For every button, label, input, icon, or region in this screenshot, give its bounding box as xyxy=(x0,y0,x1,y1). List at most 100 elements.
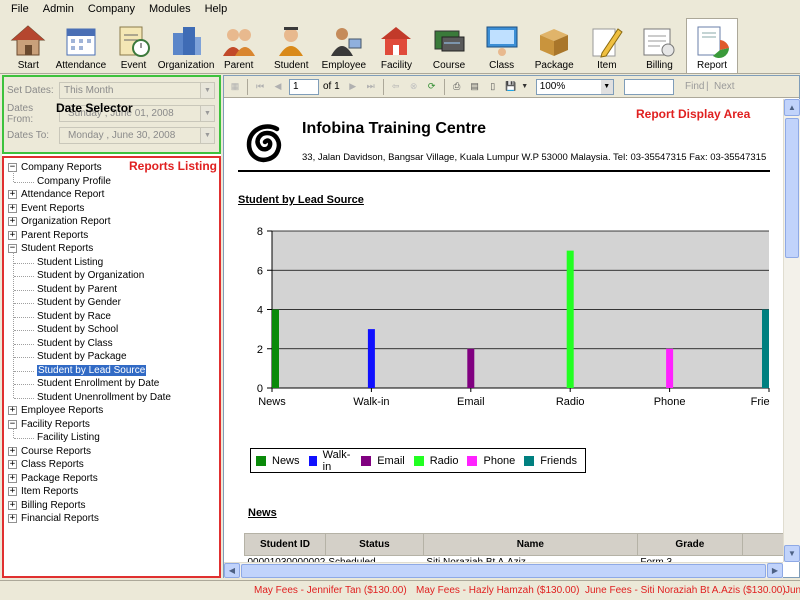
tree-node[interactable]: + Parent Reports xyxy=(8,229,88,242)
tree-node[interactable]: + Financial Reports xyxy=(8,512,99,525)
tree-leaf[interactable]: Student Listing xyxy=(37,256,103,269)
tree-leaf[interactable]: Student Unenrollment by Date xyxy=(37,391,171,404)
chevron-down-icon[interactable]: ▼ xyxy=(600,79,613,94)
expand-icon[interactable]: + xyxy=(8,217,17,226)
tree-node[interactable]: + Attendance Report xyxy=(8,188,104,201)
set-dates-select[interactable]: This Month ▼ xyxy=(59,82,215,99)
expand-icon[interactable]: + xyxy=(8,487,17,496)
tree-leaf[interactable]: Student by Class xyxy=(37,337,113,350)
tree-node[interactable]: + Organization Report xyxy=(8,215,111,228)
module-student-button[interactable]: Student xyxy=(265,19,318,73)
tree-leaf[interactable]: Student by Gender xyxy=(37,296,121,309)
module-organization-button[interactable]: Organization xyxy=(158,19,214,73)
module-employee-button[interactable]: Employee xyxy=(318,19,371,73)
tree-leaf[interactable]: Student Enrollment by Date xyxy=(37,377,159,390)
find-button[interactable]: Find xyxy=(685,81,704,92)
last-page-icon[interactable]: ⏭ xyxy=(364,80,378,94)
module-parent-button[interactable]: Parent xyxy=(212,19,265,73)
tree-leaf[interactable]: Student by Lead Source xyxy=(37,364,147,377)
tree-connector xyxy=(14,343,34,345)
expand-icon[interactable]: + xyxy=(8,230,17,240)
tree-connector xyxy=(13,252,14,398)
stop-icon[interactable]: ⊗ xyxy=(407,80,421,94)
tree-node[interactable]: + Event Reports xyxy=(8,202,84,215)
tree-node[interactable]: − Facility Reports xyxy=(8,418,90,431)
print-icon[interactable]: ⎙ xyxy=(450,80,464,94)
module-label: Parent xyxy=(223,60,254,71)
menu-file[interactable]: File xyxy=(4,0,36,18)
back-icon[interactable]: ⇦ xyxy=(389,80,403,94)
module-label: Event xyxy=(120,60,147,71)
expand-icon[interactable]: + xyxy=(8,500,17,510)
expand-icon[interactable]: + xyxy=(8,514,17,523)
module-item-button[interactable]: Item xyxy=(581,19,634,73)
set-dates-value: This Month xyxy=(64,85,114,96)
tree-node[interactable]: + Billing Reports xyxy=(8,499,85,512)
expand-icon[interactable]: + xyxy=(8,190,17,199)
dates-to-picker[interactable]: Monday , June 30, 2008 ▼ xyxy=(59,127,215,144)
tree-connector xyxy=(14,303,34,304)
toggle-tree-icon[interactable]: ▦ xyxy=(228,80,242,94)
module-facility-button[interactable]: Facility xyxy=(370,19,423,73)
expand-icon[interactable]: + xyxy=(8,203,17,213)
tree-leaf[interactable]: Facility Listing xyxy=(37,431,100,444)
chevron-down-icon[interactable]: ▼ xyxy=(200,106,214,121)
module-start-button[interactable]: Start xyxy=(2,19,55,73)
chevron-down-icon[interactable]: ▼ xyxy=(200,83,214,98)
next-button[interactable]: Next xyxy=(714,81,735,92)
tree-leaf[interactable]: Student by Race xyxy=(37,310,111,323)
module-report-button[interactable]: Report xyxy=(685,18,739,73)
menu-bar: File Admin Company Modules Help xyxy=(0,0,800,18)
scroll-right-icon[interactable]: ▶ xyxy=(767,563,783,578)
tree-node[interactable]: + Course Reports xyxy=(8,445,91,458)
module-billing-button[interactable]: Billing xyxy=(633,19,686,73)
prev-page-icon[interactable]: ◀ xyxy=(271,80,285,94)
menu-modules[interactable]: Modules xyxy=(142,0,198,18)
chevron-down-icon[interactable]: ▼ xyxy=(521,80,528,94)
expand-icon[interactable]: + xyxy=(8,406,17,415)
vertical-scrollbar[interactable]: ▲ ▼ xyxy=(783,99,800,562)
menu-company[interactable]: Company xyxy=(81,0,142,18)
tree-node[interactable]: + Employee Reports xyxy=(8,404,103,417)
menu-help[interactable]: Help xyxy=(198,0,235,18)
expand-icon[interactable]: + xyxy=(8,460,17,469)
tree-leaf[interactable]: Student by Parent xyxy=(37,283,117,296)
module-attendance-button[interactable]: Attendance xyxy=(55,19,108,73)
zoom-select[interactable]: 100% ▼ xyxy=(535,78,614,95)
module-event-button[interactable]: Event xyxy=(107,19,160,73)
expand-icon[interactable]: + xyxy=(8,473,17,483)
next-page-icon[interactable]: ▶ xyxy=(346,80,360,94)
tree-node[interactable]: − Company Reports xyxy=(8,161,102,174)
horizontal-scrollbar[interactable]: ◀ ▶ xyxy=(224,562,783,578)
chevron-down-icon[interactable]: ▼ xyxy=(200,128,214,143)
parents-icon xyxy=(220,23,258,59)
facility-icon xyxy=(377,23,415,59)
tree-leaf[interactable]: Student by Package xyxy=(37,350,127,363)
find-input[interactable] xyxy=(624,79,674,95)
tree-leaf[interactable]: Student by School xyxy=(37,323,118,336)
module-course-button[interactable]: Course xyxy=(423,19,476,73)
company-logo-icon xyxy=(246,124,282,163)
tree-node[interactable]: − Student Reports xyxy=(8,242,93,255)
vertical-scroll-thumb[interactable] xyxy=(785,118,799,258)
column-header: Student ID xyxy=(244,533,326,556)
page-number-input[interactable]: 1 xyxy=(289,78,319,95)
tree-node[interactable]: + Item Reports xyxy=(8,485,78,498)
print-layout-icon[interactable]: ▤ xyxy=(468,80,482,94)
scroll-left-icon[interactable]: ◀ xyxy=(224,563,240,578)
scroll-up-icon[interactable]: ▲ xyxy=(784,99,800,116)
tree-node[interactable]: + Class Reports xyxy=(8,458,84,471)
tree-leaf[interactable]: Company Profile xyxy=(37,175,111,188)
horizontal-scroll-thumb[interactable] xyxy=(241,564,766,578)
expand-icon[interactable]: + xyxy=(8,446,17,456)
first-page-icon[interactable]: ⏮ xyxy=(253,80,267,94)
tree-leaf[interactable]: Student by Organization xyxy=(37,269,144,282)
export-icon[interactable]: 💾 xyxy=(504,80,518,94)
module-package-button[interactable]: Package xyxy=(528,19,581,73)
refresh-icon[interactable]: ⟳ xyxy=(425,80,439,94)
scroll-down-icon[interactable]: ▼ xyxy=(784,545,800,562)
module-class-button[interactable]: Class xyxy=(475,19,528,73)
menu-admin[interactable]: Admin xyxy=(36,0,81,18)
tree-node[interactable]: + Package Reports xyxy=(8,472,98,485)
page-setup-icon[interactable]: ▯ xyxy=(486,80,500,94)
